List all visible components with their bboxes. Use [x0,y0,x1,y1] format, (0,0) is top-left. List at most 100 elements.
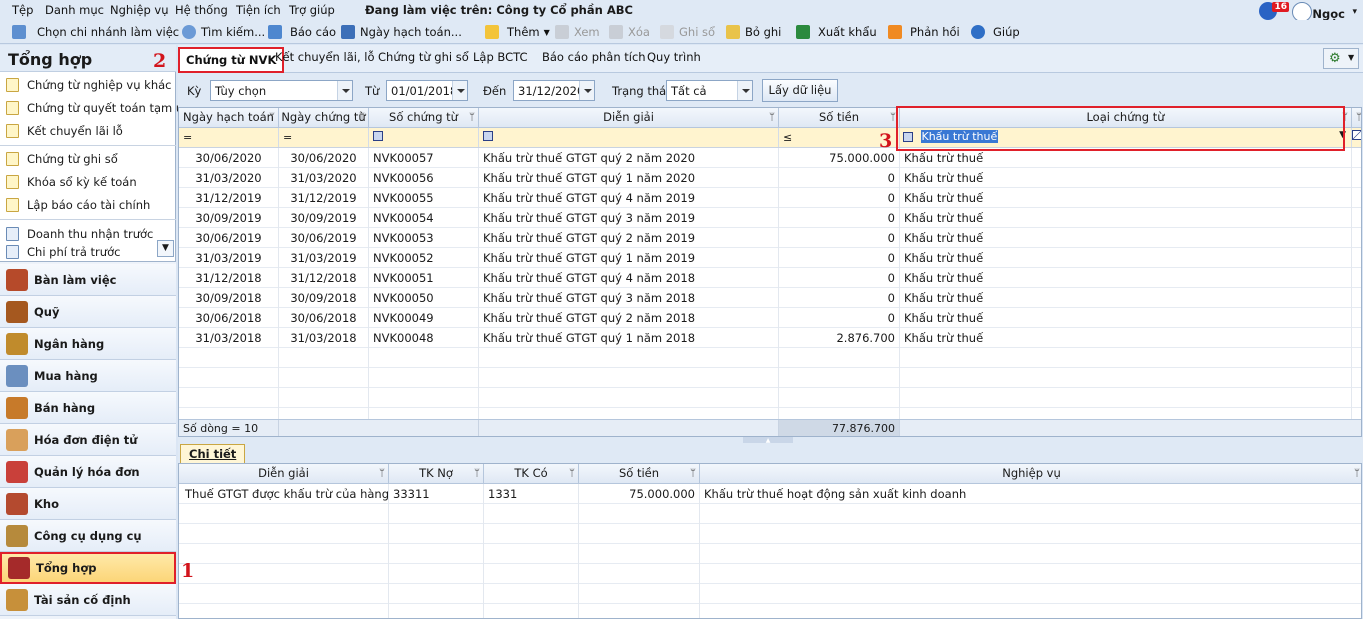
module-purchase[interactable]: Mua hàng [0,360,176,392]
export-button[interactable]: Xuất khẩu [796,23,877,41]
column-header-voucher-number[interactable]: Số chứng từ ᛘ [369,108,479,128]
module-fixed-assets[interactable]: Tài sản cố định [0,584,176,616]
load-data-button[interactable]: Lấy dữ liệu [762,79,838,102]
menu-file[interactable]: Tệp [12,3,33,17]
detail-row[interactable]: Thuế GTGT được khấu trừ của hàng hó 33311… [179,484,1361,504]
sidebar-link-unearned-revenue[interactable]: Doanh thu nhận trước [6,225,153,243]
pin-icon[interactable]: ᛘ [1354,464,1360,483]
pin-icon[interactable]: ᛘ [569,464,575,483]
pin-icon[interactable]: ᛘ [690,464,696,483]
table-row[interactable]: 31/03/2020 31/03/2020 NVK00056 Khấu trừ thu… [179,168,1361,188]
module-warehouse[interactable]: Kho [0,488,176,520]
column-header-posting-date[interactable]: Ngày hạch toán ᛘ [179,108,279,128]
pin-icon[interactable]: ᛘ [269,108,275,127]
cart-icon [6,364,28,387]
detail-column-description[interactable]: Diễn giải ᛘ [179,464,389,484]
sidebar-link-profit-transfer[interactable]: Kết chuyển lãi lỗ [6,122,123,140]
module-sales[interactable]: Bán hàng [0,392,176,424]
pin-icon[interactable]: ᛘ [469,108,475,127]
filter-condition-icon[interactable] [483,131,493,141]
sidebar-link-other-vouchers[interactable]: Chứng từ nghiệp vụ khác [6,76,171,94]
unpost-button[interactable]: Bỏ ghi [726,23,781,41]
search-button[interactable]: Tìm kiếm... [182,23,265,41]
user-name[interactable]: Ngọc [1312,7,1345,21]
table-cell [279,388,369,408]
detail-column-credit-account[interactable]: TK Có ᛘ [484,464,579,484]
table-row[interactable]: 31/03/2018 31/03/2018 NVK00048 Khấu trừ thu… [179,328,1361,348]
period-select[interactable]: Tùy chọn [210,80,353,101]
chevron-down-icon[interactable] [579,81,594,100]
detail-column-debit-account[interactable]: TK Nợ ᛘ [389,464,484,484]
table-row[interactable]: 30/09/2019 30/09/2019 NVK00054 Khấu trừ thu… [179,208,1361,228]
chevron-down-icon[interactable] [452,81,467,100]
module-tools[interactable]: Công cụ dụng cụ [0,520,176,552]
pin-icon[interactable]: ᛘ [379,464,385,483]
table-row[interactable]: 30/09/2018 30/09/2018 NVK00050 Khấu trừ thu… [179,288,1361,308]
from-date-input[interactable]: 01/01/2018 [386,80,468,101]
sidebar-link-financial-statements[interactable]: Lập báo cáo tài chính [6,196,150,214]
toolbar: Chọn chi nhánh làm việc Tìm kiếm... Báo … [0,20,1363,44]
pin-icon[interactable]: ᛘ [474,464,480,483]
sidebar-link-advance-settlement[interactable]: Chứng từ quyết toán tạm ứn... [6,99,201,117]
view-button[interactable]: Xem [555,23,600,41]
tab-process[interactable]: Quy trình [647,50,701,64]
filter-cell-description[interactable] [479,128,779,147]
table-cell: Khấu trừ thuế GTGT quý 4 năm 2019 [479,188,779,208]
module-invoice-management[interactable]: Quản lý hóa đơn [0,456,176,488]
clear-filter-button[interactable] [1352,128,1361,147]
module-bank[interactable]: Ngân hàng [0,328,176,360]
detail-column-operation[interactable]: Nghiệp vụ ᛘ [700,464,1361,484]
settings-button[interactable]: ⚙ ▼ [1323,48,1359,69]
posting-date-button[interactable]: Ngày hạch toán... [341,23,462,41]
sidebar-link-prepaid-expenses[interactable]: Chi phí trả trước [6,245,120,259]
table-row[interactable]: 31/12/2019 31/12/2019 NVK00055 Khấu trừ thu… [179,188,1361,208]
menu-utilities[interactable]: Tiện ích [236,3,281,17]
pin-icon[interactable]: ᛘ [359,108,365,127]
add-button[interactable]: Thêm ▼ [485,23,550,41]
scroll-down-button[interactable]: ▼ [157,240,174,257]
table-row[interactable]: 30/06/2019 30/06/2019 NVK00053 Khấu trừ thu… [179,228,1361,248]
tab-nvk-vouchers[interactable]: Chứng từ NVK [178,47,285,73]
column-header-description[interactable]: Diễn giải ᛘ [479,108,779,128]
module-desk[interactable]: Bàn làm việc [0,264,176,296]
table-row[interactable]: 30/06/2018 30/06/2018 NVK00049 Khấu trừ thu… [179,308,1361,328]
delete-button[interactable]: Xóa [609,23,650,41]
table-row[interactable]: 30/06/2020 30/06/2020 NVK00057 Khấu trừ thu… [179,148,1361,168]
filter-condition-icon[interactable] [373,131,383,141]
tab-profit-transfer[interactable]: Kết chuyển lãi, lỗ [275,50,375,64]
column-header-amount[interactable]: Số tiền ᛘ [779,108,900,128]
column-header-voucher-date[interactable]: Ngày chứng từ ᛘ [279,108,369,128]
pin-icon[interactable]: ᛘ [769,108,775,127]
chevron-down-icon[interactable] [337,81,352,100]
table-row[interactable]: 31/03/2019 31/03/2019 NVK00052 Khấu trừ thu… [179,248,1361,268]
menu-operations[interactable]: Nghiệp vụ [110,3,169,17]
sidebar-link-ledger-vouchers[interactable]: Chứng từ ghi sổ [6,150,118,168]
menu-help[interactable]: Trợ giúp [289,3,335,17]
chevron-down-icon[interactable]: ▾ [1352,7,1357,17]
feedback-button[interactable]: Phản hồi [888,23,960,41]
sidebar-link-close-period[interactable]: Khóa sổ kỳ kế toán [6,173,137,191]
post-button[interactable]: Ghi sổ [660,23,715,41]
help-button[interactable]: Giúp [971,23,1020,41]
to-date-input[interactable]: 31/12/2020 [513,80,595,101]
filter-cell-posting-date[interactable]: = [179,128,279,147]
pin-icon[interactable]: ᛘ [1356,108,1361,127]
module-cash[interactable]: Quỹ [0,296,176,328]
detail-column-amount[interactable]: Số tiền ᛘ [579,464,700,484]
table-row[interactable]: 31/12/2018 31/12/2018 NVK00051 Khấu trừ thu… [179,268,1361,288]
chevron-down-icon[interactable] [737,81,752,100]
branch-button[interactable]: Chọn chi nhánh làm việc [12,23,179,41]
filter-cell-voucher-date[interactable]: = [279,128,369,147]
status-select[interactable]: Tất cả [666,80,753,101]
tab-financial-statements[interactable]: Lập BCTC [473,50,528,64]
tab-detail[interactable]: Chi tiết [180,444,246,464]
menu-system[interactable]: Hệ thống [175,3,228,17]
module-general-ledger[interactable]: Tổng hợp [0,552,176,584]
tab-analysis-reports[interactable]: Báo cáo phân tích [542,50,646,64]
menu-catalog[interactable]: Danh mục [45,3,104,17]
avatar[interactable] [1292,2,1312,22]
report-button[interactable]: Báo cáo [268,23,336,41]
module-e-invoice[interactable]: Hóa đơn điện tử [0,424,176,456]
tab-ledger-vouchers[interactable]: Chứng từ ghi sổ [378,50,469,64]
filter-cell-voucher-number[interactable] [369,128,479,147]
